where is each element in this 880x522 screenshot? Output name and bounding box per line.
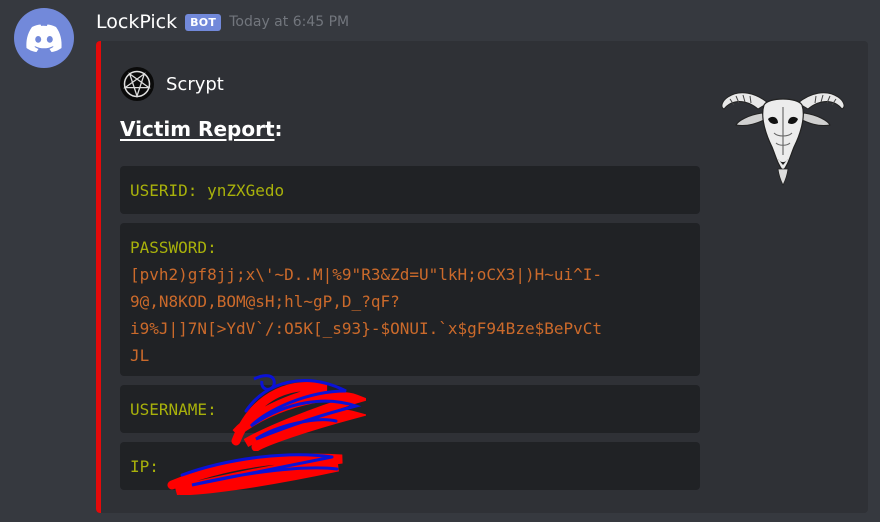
message-timestamp[interactable]: Today at 6:45 PM	[229, 14, 349, 30]
embed-author: Scrypt	[120, 67, 224, 101]
field-userid: USERID: ynZXGedo	[120, 166, 700, 214]
pentagram-icon	[120, 67, 154, 101]
rich-embed: Scrypt Victim Report: USERID: ynZXGedo P…	[96, 41, 868, 513]
field-password: PASSWORD: [pvh2)gf8jj;x\'~D..M|%9"R3&Zd=…	[120, 223, 700, 376]
field-username: USERNAME:	[120, 385, 700, 433]
field-password-value: [pvh2)gf8jj;x\'~D..M|%9"R3&Zd=U"lkH;oCX3…	[130, 261, 690, 369]
message-header: LockPick BOT Today at 6:45 PM	[96, 8, 349, 36]
password-line: JL	[130, 346, 150, 365]
embed-accent-bar	[96, 41, 101, 513]
embed-title-colon: :	[274, 117, 283, 141]
field-ip: IP:	[120, 442, 700, 490]
embed-title: Victim Report:	[120, 117, 283, 141]
author-username[interactable]: LockPick	[96, 11, 177, 33]
password-line: [pvh2)gf8jj;x\'~D..M|%9"R3&Zd=U"lkH;oCX3…	[130, 265, 603, 284]
field-password-label: PASSWORD:	[130, 238, 217, 257]
field-username-label: USERNAME:	[130, 400, 217, 419]
embed-author-name: Scrypt	[166, 73, 224, 95]
password-line: i9%J|]7N[>YdV`/:O5K[_s93}-$ONUI.`x$gF94B…	[130, 319, 603, 338]
field-userid-value: ynZXGedo	[207, 181, 285, 200]
field-userid-label: USERID:	[130, 181, 198, 200]
bot-badge: BOT	[185, 13, 222, 31]
password-line: 9@,N8KOD,BOM@sH;hl~gP,D_?qF?	[130, 292, 400, 311]
bot-avatar[interactable]	[14, 8, 74, 68]
discord-logo-icon	[26, 24, 62, 52]
field-ip-label: IP:	[130, 457, 159, 476]
embed-title-text: Victim Report	[120, 117, 275, 141]
goat-skull-icon[interactable]	[718, 63, 848, 187]
